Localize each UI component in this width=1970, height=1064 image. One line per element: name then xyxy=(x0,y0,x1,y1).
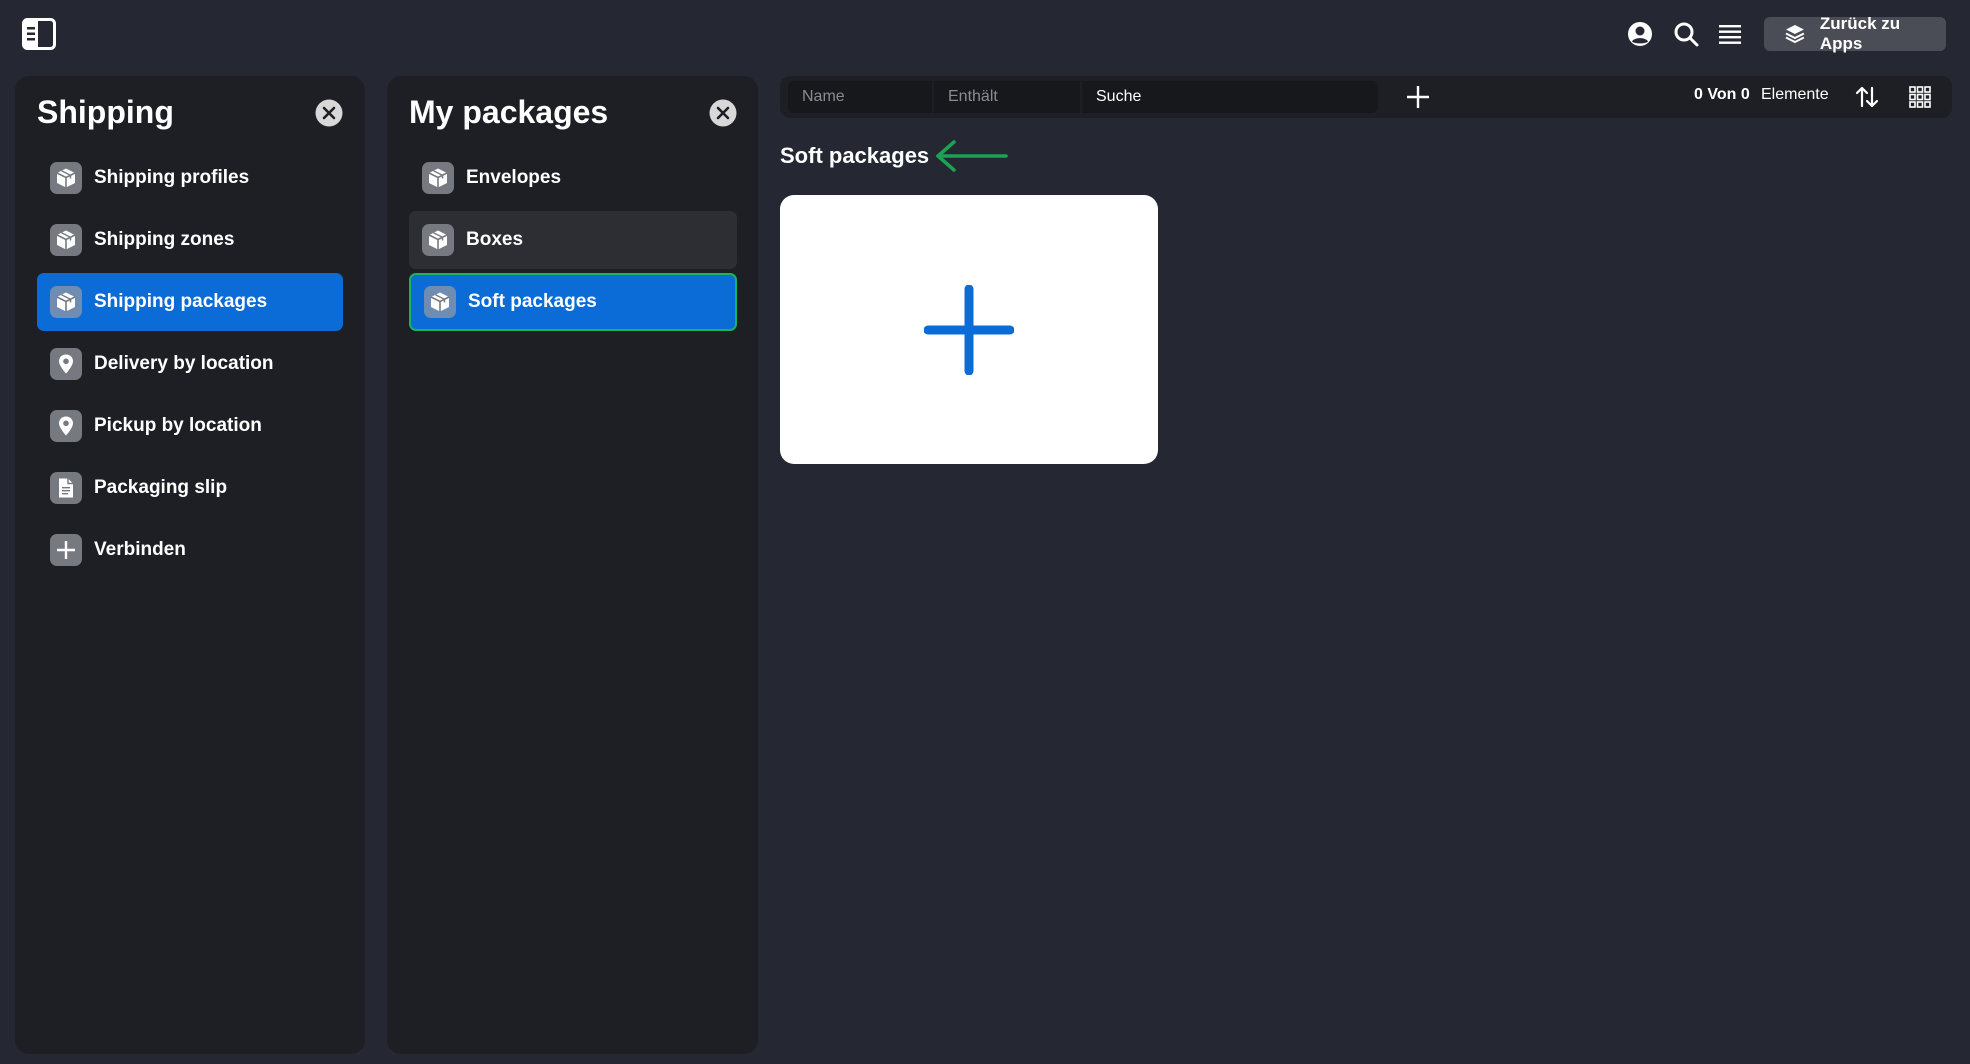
close-icon[interactable] xyxy=(314,98,344,128)
document-icon xyxy=(50,472,82,504)
nav-item-label: Verbinden xyxy=(94,539,186,560)
layers-icon xyxy=(1785,25,1805,44)
account-icon[interactable] xyxy=(1626,20,1654,48)
nav-item-label: Pickup by location xyxy=(94,415,262,436)
search-icon[interactable] xyxy=(1672,20,1700,48)
add-filter-icon[interactable] xyxy=(1405,84,1431,110)
nav-item-label: Envelopes xyxy=(466,167,562,188)
section-title: Soft packages xyxy=(780,143,930,168)
sort-icon[interactable] xyxy=(1854,84,1882,112)
package-icon xyxy=(50,224,82,256)
arrow-left-icon xyxy=(936,140,1008,172)
nav-item-label: Shipping packages xyxy=(94,291,268,312)
location-pin-icon xyxy=(50,410,82,442)
nav-item-label: Boxes xyxy=(466,229,524,250)
elements-label: Elemente xyxy=(1761,86,1829,103)
panel-title: Shipping xyxy=(37,94,174,130)
filter-operator-select[interactable]: Enthält xyxy=(934,81,1080,113)
item-count: 0 Von 0 xyxy=(1694,86,1750,103)
nav-item-shipping-packages[interactable]: Shipping packages xyxy=(37,273,343,331)
nav-item-shipping-zones[interactable]: Shipping zones xyxy=(37,211,343,269)
nav-item-boxes[interactable]: Boxes xyxy=(409,211,737,269)
back-to-apps-button[interactable]: Zurück zu Apps xyxy=(1764,14,1946,53)
nav-item-delivery-by-location[interactable]: Delivery by location xyxy=(37,335,343,393)
plus-icon xyxy=(924,284,1014,375)
nav-item-label: Delivery by location xyxy=(94,353,274,374)
nav-item-verbinden[interactable]: Verbinden xyxy=(37,521,343,579)
location-pin-icon xyxy=(50,348,82,380)
plus-icon xyxy=(50,534,82,566)
package-icon xyxy=(422,162,454,194)
nav-item-pickup-by-location[interactable]: Pickup by location xyxy=(37,397,343,455)
nav-item-label: Soft packages xyxy=(468,291,597,312)
search-input-wrapper xyxy=(1082,81,1378,113)
search-input[interactable] xyxy=(1096,88,1378,106)
back-to-apps-label: Zurück zu Apps xyxy=(1819,14,1901,53)
nav-item-envelopes[interactable]: Envelopes xyxy=(409,149,737,207)
menu-icon[interactable] xyxy=(1716,20,1744,48)
close-icon[interactable] xyxy=(708,98,738,128)
nav-item-packaging-slip[interactable]: Packaging slip xyxy=(37,459,343,517)
nav-item-soft-packages[interactable]: Soft packages xyxy=(409,273,737,331)
nav-item-shipping-profiles[interactable]: Shipping profiles xyxy=(37,149,343,207)
top-bar: Zurück zu Apps xyxy=(0,0,1970,70)
filter-field-select[interactable]: Name xyxy=(788,81,932,113)
nav-item-label: Packaging slip xyxy=(94,477,228,498)
add-package-card[interactable] xyxy=(780,195,1158,464)
package-icon xyxy=(422,224,454,256)
grid-view-icon[interactable] xyxy=(1908,85,1936,113)
nav-item-label: Shipping profiles xyxy=(94,167,250,188)
package-icon xyxy=(424,286,456,318)
package-icon xyxy=(50,286,82,318)
panel-title: My packages xyxy=(409,94,609,130)
sidebar-toggle-icon[interactable] xyxy=(22,18,56,50)
nav-item-label: Shipping zones xyxy=(94,229,235,250)
package-icon xyxy=(50,162,82,194)
